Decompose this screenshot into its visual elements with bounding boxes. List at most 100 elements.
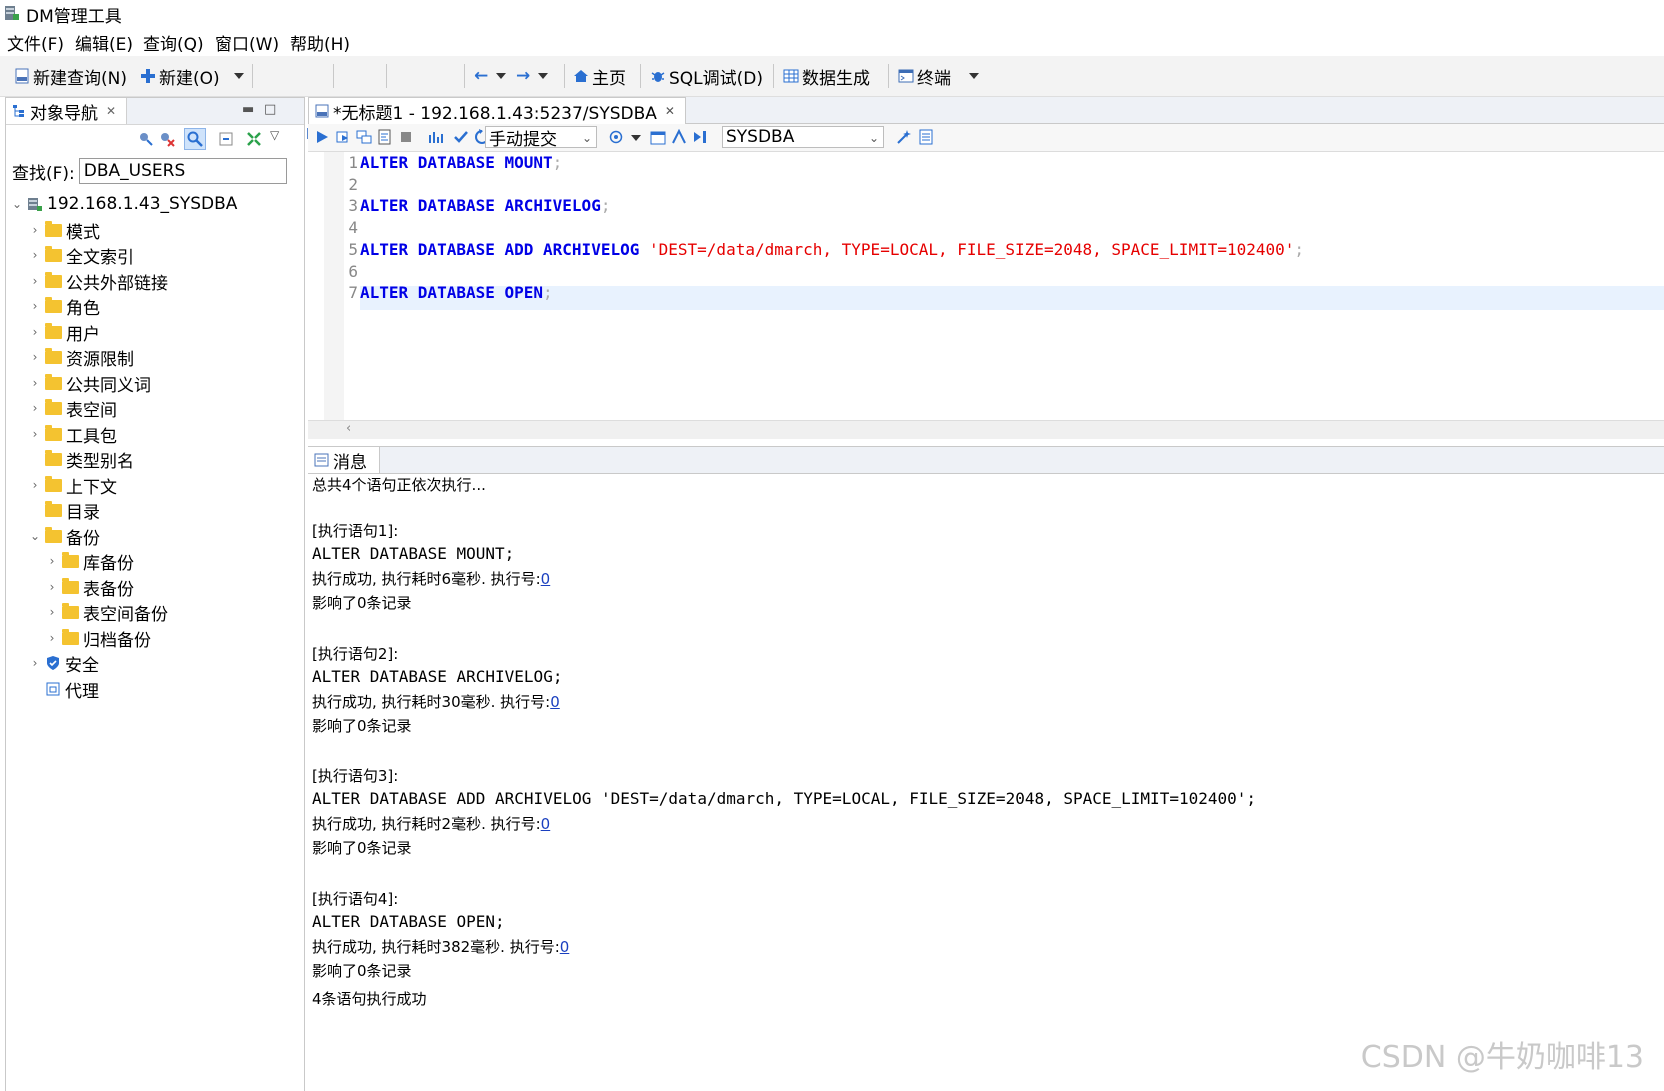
tab-object-navigator[interactable]: 对象导航 ✕ — [6, 98, 128, 124]
menu-help[interactable]: 帮助(H) — [290, 30, 350, 55]
chevron-right-icon[interactable]: › — [46, 631, 58, 645]
exec-number-link[interactable]: 0 — [550, 693, 560, 711]
chevron-right-icon[interactable]: › — [29, 350, 41, 364]
forward-button[interactable]: → — [516, 65, 549, 87]
folder-icon — [45, 475, 62, 492]
chevron-right-icon[interactable]: › — [46, 580, 58, 594]
chevron-right-icon[interactable]: › — [29, 656, 41, 670]
execute-icon[interactable] — [314, 129, 330, 145]
tree-node-role[interactable]: › 角色 — [29, 294, 100, 319]
tree-node-archive-backup[interactable]: › 归档备份 — [46, 626, 151, 651]
tree-node-fulltext-index[interactable]: › 全文索引 — [29, 243, 134, 268]
tree-node-user[interactable]: › 用户 — [29, 320, 100, 345]
tree-node-security[interactable]: › 安全 — [29, 651, 99, 676]
execute-script-icon[interactable] — [335, 129, 351, 145]
sql-editor[interactable]: 1 ALTER DATABASE MOUNT; 2 3 ALTER DATABASE A… — [308, 152, 1664, 420]
tab-untitled-query[interactable]: *无标题1 - 192.168.1.43:5237/SYSDBA ✕ — [308, 97, 686, 124]
chevron-right-icon[interactable]: › — [29, 376, 41, 390]
tree-node-public-synonym[interactable]: › 公共同义词 — [29, 371, 151, 396]
toolbar-separator — [640, 64, 641, 88]
data-generate-button[interactable]: 数据生成 — [783, 65, 870, 89]
tree-node-context[interactable]: › 上下文 — [29, 473, 117, 498]
new-button[interactable]: 新建(O) — [140, 65, 244, 89]
stop-icon[interactable] — [398, 129, 414, 145]
data-generate-label: 数据生成 — [802, 68, 870, 89]
statement-result: 执行成功, 执行耗时6毫秒. 执行号:0 — [312, 568, 550, 589]
maximize-icon[interactable]: □ — [264, 102, 276, 117]
chevron-left-icon[interactable]: ‹ — [346, 421, 351, 436]
collapse-all-icon[interactable] — [218, 131, 234, 147]
calendar-icon[interactable] — [650, 129, 666, 145]
tree-node-resource-limit[interactable]: › 资源限制 — [29, 345, 134, 370]
chevron-right-icon[interactable]: › — [29, 478, 41, 492]
new-query-button[interactable]: 新建查询(N) — [14, 65, 127, 89]
chevron-right-icon[interactable]: › — [29, 299, 41, 313]
editor-horizontal-scrollbar[interactable]: ‹ — [308, 420, 1664, 439]
chevron-right-icon[interactable]: › — [29, 248, 41, 262]
disconnect-icon[interactable] — [159, 131, 175, 147]
back-button[interactable]: ← — [474, 65, 507, 87]
chevron-down-icon[interactable] — [969, 73, 979, 79]
tree-node-root-connection[interactable]: ⌄ 192.168.1.43_SYSDBA — [11, 192, 237, 216]
format-sql-icon[interactable] — [377, 129, 393, 145]
tree-node-tablespace-backup[interactable]: › 表空间备份 — [46, 600, 168, 625]
tree-node-schema[interactable]: › 模式 — [29, 218, 100, 243]
chevron-down-icon[interactable]: ⌄ — [29, 529, 41, 543]
statistics-icon[interactable] — [428, 129, 444, 145]
folder-icon — [45, 245, 62, 262]
chevron-right-icon[interactable]: › — [29, 274, 41, 288]
document-icon[interactable] — [918, 129, 934, 145]
tree-node-backup[interactable]: ⌄ 备份 — [29, 524, 100, 549]
chevron-down-icon: ⌄ — [868, 131, 879, 145]
exec-number-link[interactable]: 0 — [560, 938, 570, 956]
commit-mode-select[interactable]: 手动提交 ⌄ — [485, 126, 597, 150]
tree-node-tablespace[interactable]: › 表空间 — [29, 396, 117, 421]
home-button[interactable]: 主页 — [573, 65, 626, 89]
chevron-right-icon[interactable]: › — [46, 605, 58, 619]
menu-file[interactable]: 文件(F) — [7, 30, 64, 55]
exec-number-link[interactable]: 0 — [541, 815, 551, 833]
menu-edit[interactable]: 编辑(E) — [75, 30, 133, 55]
chevron-right-icon[interactable]: › — [29, 401, 41, 415]
run-step-icon[interactable] — [671, 129, 687, 145]
exec-number-link[interactable]: 0 — [541, 570, 551, 588]
chevron-down-icon[interactable]: ⌄ — [11, 197, 23, 211]
tree-node-label: 归档备份 — [83, 630, 151, 651]
tree-node-package[interactable]: › 工具包 — [29, 422, 117, 447]
connect-icon[interactable] — [138, 131, 154, 147]
close-icon[interactable]: ✕ — [665, 104, 675, 118]
chevron-down-icon[interactable] — [538, 73, 549, 79]
view-menu-icon[interactable]: ▽ — [270, 128, 279, 142]
tree-node-type-alias[interactable]: 类型别名 — [29, 447, 134, 472]
step-into-icon[interactable] — [692, 129, 708, 145]
chevron-down-icon[interactable] — [233, 73, 244, 79]
chevron-right-icon[interactable]: › — [29, 223, 41, 237]
tree-node-public-external-link[interactable]: › 公共外部链接 — [29, 269, 168, 294]
tree-node-directory[interactable]: 目录 — [29, 498, 100, 523]
tree-node-table-backup[interactable]: › 表备份 — [46, 575, 134, 600]
chevron-down-icon[interactable] — [496, 73, 507, 79]
tab-messages[interactable]: 消息 — [308, 447, 380, 473]
sql-debug-button[interactable]: SQL调试(D) — [650, 65, 763, 89]
chevron-down-icon[interactable] — [631, 135, 641, 141]
tree-node-agent[interactable]: 代理 — [29, 677, 99, 702]
find-input[interactable] — [78, 158, 287, 184]
commit-check-icon[interactable] — [453, 129, 469, 145]
target-icon[interactable] — [608, 129, 624, 145]
magic-wand-icon[interactable] — [896, 129, 912, 145]
schema-select[interactable]: SYSDBA ⌄ — [722, 126, 884, 148]
tree-node-database-backup[interactable]: › 库备份 — [46, 549, 134, 574]
minimize-icon[interactable]: ▬ — [242, 102, 254, 117]
explain-icon[interactable] — [356, 129, 372, 145]
chevron-right-icon[interactable]: › — [46, 554, 58, 568]
menu-query[interactable]: 查询(Q) — [143, 30, 204, 55]
search-toggle-button[interactable] — [184, 128, 206, 150]
chevron-right-icon[interactable]: › — [29, 325, 41, 339]
menu-window[interactable]: 窗口(W) — [215, 30, 279, 55]
expand-icon[interactable] — [246, 131, 262, 147]
chevron-right-icon[interactable]: › — [29, 427, 41, 441]
statement-header-text: [执行语句1]: — [312, 522, 399, 540]
close-icon[interactable]: ✕ — [106, 104, 116, 118]
terminal-button[interactable]: 终端 — [898, 65, 979, 89]
